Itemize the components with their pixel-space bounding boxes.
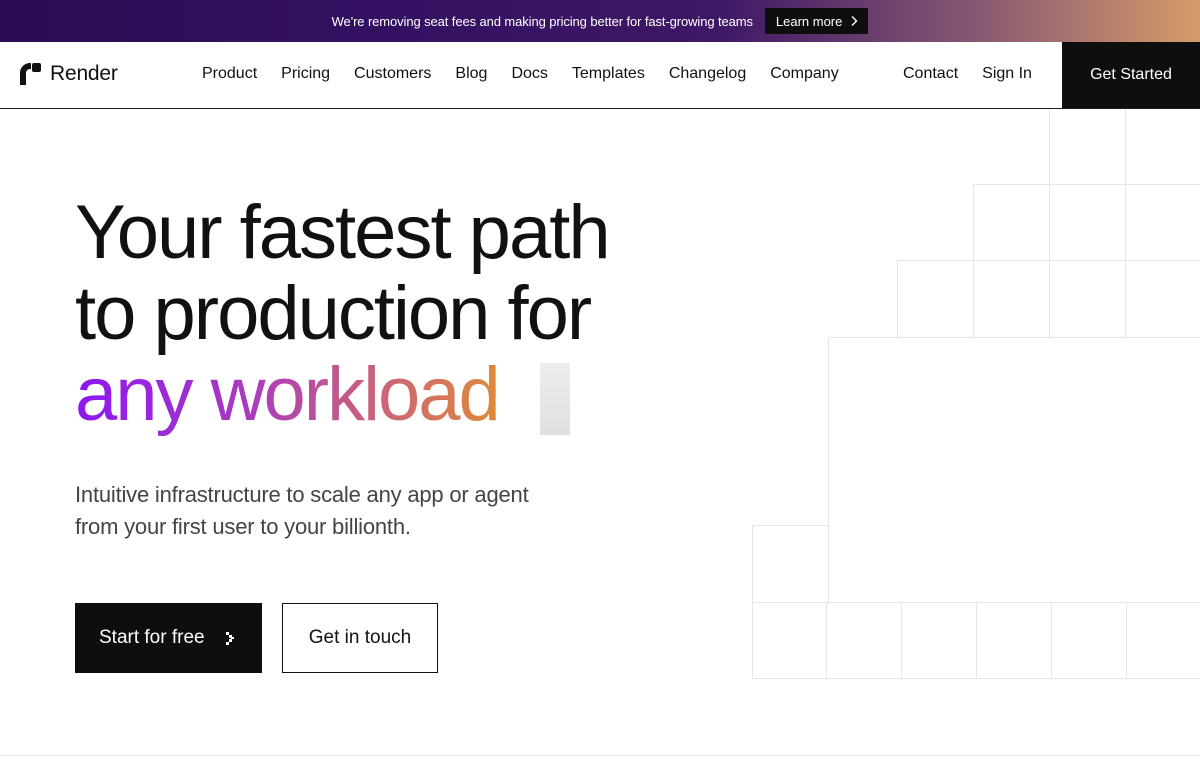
nav-right-links: Contact Sign In bbox=[903, 65, 1056, 83]
get-in-touch-button[interactable]: Get in touch bbox=[282, 603, 438, 673]
start-for-free-label: Start for free bbox=[99, 627, 205, 648]
announcement-banner: We're removing seat fees and making pric… bbox=[0, 0, 1200, 42]
top-nav: Render Product Pricing Customers Blog Do… bbox=[0, 42, 1200, 109]
hero-title-line-2: to production for bbox=[75, 271, 592, 356]
nav-link-blog[interactable]: Blog bbox=[455, 65, 487, 83]
logo-text: Render bbox=[50, 62, 118, 85]
render-logo-icon bbox=[20, 63, 41, 85]
hero-title: Your fastest path to production for any … bbox=[75, 190, 611, 437]
nav-link-docs[interactable]: Docs bbox=[511, 65, 547, 83]
nav-link-changelog[interactable]: Changelog bbox=[669, 65, 746, 83]
section-divider bbox=[0, 755, 1200, 756]
nav-link-pricing[interactable]: Pricing bbox=[281, 65, 330, 83]
nav-link-product[interactable]: Product bbox=[202, 65, 257, 83]
nav-link-templates[interactable]: Templates bbox=[572, 65, 645, 83]
nav-links: Product Pricing Customers Blog Docs Temp… bbox=[202, 65, 863, 83]
banner-text: We're removing seat fees and making pric… bbox=[331, 13, 753, 29]
nav-link-customers[interactable]: Customers bbox=[354, 65, 431, 83]
hero-title-line-1: Your fastest path bbox=[75, 190, 611, 275]
logo-link[interactable]: Render bbox=[20, 62, 118, 86]
nav-link-contact[interactable]: Contact bbox=[903, 65, 958, 83]
start-for-free-button[interactable]: Start for free bbox=[75, 603, 262, 673]
nav-link-sign-in[interactable]: Sign In bbox=[982, 65, 1032, 83]
get-started-button[interactable]: Get Started bbox=[1062, 42, 1200, 108]
learn-more-label: Learn more bbox=[775, 13, 843, 29]
typing-cursor bbox=[540, 363, 570, 435]
chevron-right-icon bbox=[850, 15, 858, 27]
hero-title-highlight: any workload bbox=[75, 352, 501, 437]
hero-subtitle: Intuitive infrastructure to scale any ap… bbox=[75, 482, 529, 539]
nav-link-company[interactable]: Company bbox=[770, 65, 838, 83]
learn-more-button[interactable]: Learn more bbox=[764, 8, 869, 34]
